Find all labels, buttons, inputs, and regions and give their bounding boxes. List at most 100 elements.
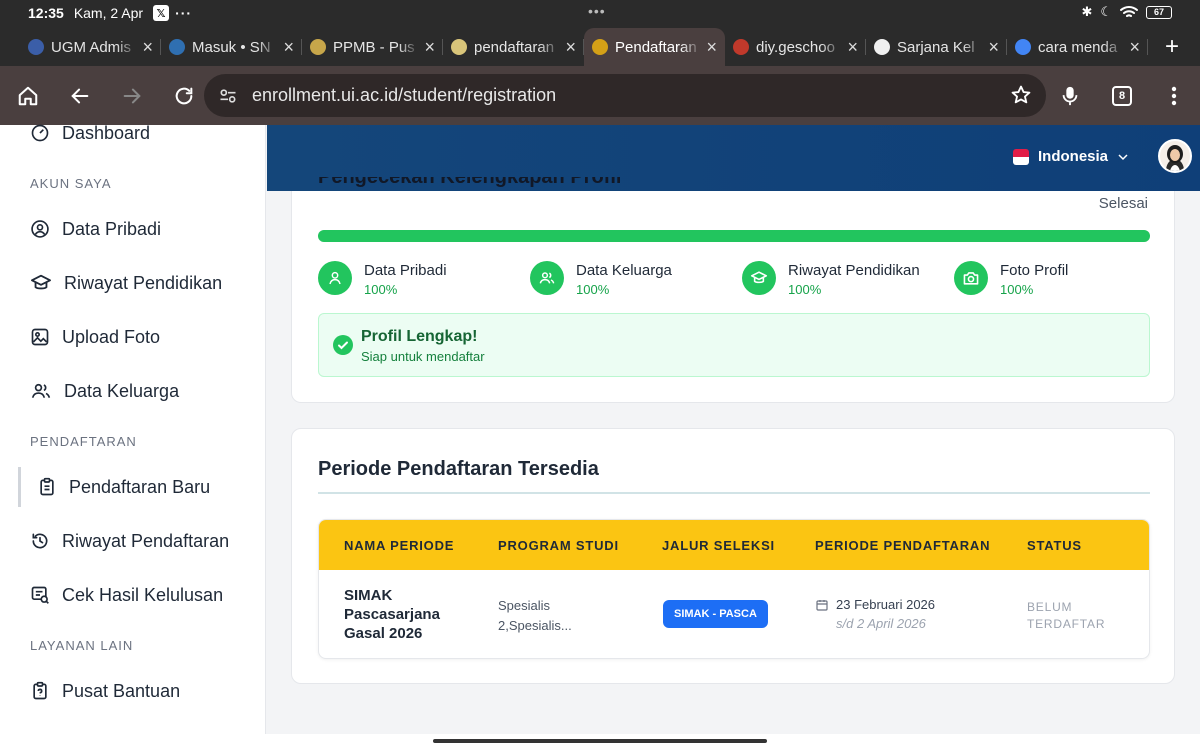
microphone-icon[interactable] <box>1044 66 1096 125</box>
calendar-icon <box>816 600 828 611</box>
language-selector[interactable]: Indonesia <box>1013 148 1128 165</box>
sidebar-item-label: Dashboard <box>62 122 151 143</box>
profile-complete-alert: Profil Lengkap! Siap untuk mendaftar <box>318 313 1150 377</box>
step-percent: 100% <box>364 282 398 297</box>
card-title: Pengecekan Kelengkapan Profil <box>318 177 621 187</box>
sidebar-item-label: Upload Foto <box>62 326 161 347</box>
browser-tab[interactable]: pendaftaran × <box>443 28 584 66</box>
browser-tab[interactable]: Pendaftaran × <box>584 28 725 66</box>
step-label: Foto Profil <box>1000 262 1069 279</box>
tab-title: Pendaftaran <box>615 38 697 56</box>
close-tab-icon[interactable]: × <box>424 37 435 58</box>
close-tab-icon[interactable]: × <box>988 37 999 58</box>
sidebar-item-pendaftaran-baru[interactable]: Pendaftaran Baru <box>18 467 248 507</box>
address-bar[interactable]: enrollment.ui.ac.id/student/registration <box>204 74 1046 117</box>
close-tab-icon[interactable]: × <box>1129 37 1140 58</box>
alert-title: Profil Lengkap! <box>361 328 478 345</box>
tab-title: pendaftaran <box>474 38 555 56</box>
users-icon <box>31 383 51 398</box>
alert-subtitle: Siap untuk mendaftar <box>361 349 485 364</box>
tab-favicon-icon <box>310 39 326 55</box>
close-tab-icon[interactable]: × <box>565 37 576 58</box>
image-icon <box>31 328 49 346</box>
do-not-disturb-icon: ☾ <box>1100 4 1112 19</box>
help-clipboard-icon <box>33 681 47 700</box>
column-header-jalur-seleksi: JALUR SELEKSI <box>662 538 775 553</box>
study-program-line: 2,Spesialis... <box>498 618 572 633</box>
status-line: BELUM <box>1027 600 1073 614</box>
battery-icon: 67 <box>1146 5 1172 19</box>
sidebar-item-riwayat-pendidikan[interactable]: Riwayat Pendidikan <box>30 263 260 303</box>
section-label-pendaftaran: PENDAFTARAN <box>30 434 137 449</box>
tab-favicon-icon <box>28 39 44 55</box>
history-icon <box>32 533 48 549</box>
tab-title: Sarjana Kel <box>897 38 975 56</box>
period-start: 23 Februari 2026 <box>836 597 936 612</box>
periods-table: NAMA PERIODE PROGRAM STUDI JALUR SELEKSI… <box>318 519 1150 659</box>
step-percent: 100% <box>1000 282 1034 297</box>
step-data-pribadi: Data Pribadi 100% <box>318 261 447 297</box>
section-label-layanan-lain: LAYANAN LAIN <box>30 638 134 653</box>
browser-tab[interactable]: cara menda × <box>1007 28 1148 66</box>
sidebar-item-upload-foto[interactable]: Upload Foto <box>30 317 260 357</box>
column-header-status: STATUS <box>1027 538 1082 553</box>
sidebar-item-label: Riwayat Pendaftaran <box>62 530 230 551</box>
dashboard-icon <box>31 124 49 142</box>
document-check-icon <box>31 586 49 604</box>
sidebar-item-label: Data Pribadi <box>62 218 162 239</box>
column-header-program-studi: PROGRAM STUDI <box>498 538 619 553</box>
tab-favicon-icon <box>1015 39 1031 55</box>
clock: 12:35 <box>28 5 64 21</box>
close-tab-icon[interactable]: × <box>706 37 717 58</box>
browser-tab[interactable]: Sarjana Kel × <box>866 28 1007 66</box>
sidebar-item-data-pribadi[interactable]: Data Pribadi <box>30 209 260 249</box>
browser-tab[interactable]: diy.geschoo × <box>725 28 866 66</box>
close-tab-icon[interactable]: × <box>142 37 153 58</box>
new-tab-button[interactable]: + <box>1152 28 1192 66</box>
tab-favicon-icon <box>733 39 749 55</box>
period-end: s/d 2 April 2026 <box>836 616 926 631</box>
table-header: NAMA PERIODE PROGRAM STUDI JALUR SELEKSI… <box>319 520 1149 570</box>
check-circle-icon <box>333 335 353 355</box>
tab-favicon-icon <box>874 39 890 55</box>
sidebar-item-riwayat-pendaftaran[interactable]: Riwayat Pendaftaran <box>30 521 260 561</box>
profile-progress-bar <box>318 230 1150 242</box>
status-badge: BELUM TERDAFTAR <box>1027 599 1105 633</box>
close-tab-icon[interactable]: × <box>847 37 858 58</box>
browser-tab[interactable]: UGM Admis × <box>20 28 161 66</box>
bookmark-star-icon[interactable] <box>1010 84 1032 106</box>
browser-tab[interactable]: PPMB - Pus × <box>302 28 443 66</box>
study-program: Spesialis 2,Spesialis... <box>498 596 572 636</box>
tab-switcher-button[interactable]: 8 <box>1096 66 1148 125</box>
url-text[interactable]: enrollment.ui.ac.id/student/registration <box>252 85 556 106</box>
tab-title: UGM Admis <box>51 38 132 56</box>
sidebar-item-cek-hasil-kelulusan[interactable]: Cek Hasil Kelulusan <box>30 575 260 615</box>
system-status-bar: 12:35 Kam, 2 Apr 𝕏 ··· ••• ✱ ☾ 67 <box>0 0 1200 26</box>
language-label: Indonesia <box>1038 148 1109 165</box>
home-indicator[interactable] <box>433 739 767 743</box>
sidebar-item-pusat-bantuan[interactable]: Pusat Bantuan <box>30 671 260 711</box>
sidebar-item-dashboard[interactable]: Dashboard <box>30 113 260 153</box>
avatar[interactable] <box>1158 139 1192 173</box>
multitask-handle-icon[interactable]: ••• <box>588 3 606 19</box>
more-menu-icon[interactable] <box>1148 66 1200 125</box>
registration-period: 23 Februari 2026 s/d 2 April 2026 <box>816 597 935 631</box>
graduation-cap-icon <box>742 261 776 295</box>
x-app-icon: 𝕏 <box>153 5 170 21</box>
tab-favicon-icon <box>169 39 185 55</box>
site-settings-icon[interactable] <box>218 86 238 106</box>
sidebar-item-data-keluarga[interactable]: Data Keluarga <box>30 371 260 411</box>
more-notifications-icon: ··· <box>175 5 193 21</box>
tab-title: cara menda <box>1038 38 1118 56</box>
step-label: Data Pribadi <box>364 262 447 279</box>
graduation-cap-icon <box>30 274 51 290</box>
close-tab-icon[interactable]: × <box>283 37 294 58</box>
browser-tab[interactable]: Masuk • SN × <box>161 28 302 66</box>
wifi-icon <box>1120 6 1138 17</box>
section-heading: Periode Pendaftaran Tersedia <box>318 458 599 480</box>
section-label-akun-saya: AKUN SAYA <box>30 176 112 191</box>
indonesia-flag-icon <box>1013 148 1029 165</box>
tab-title: Masuk • SN <box>192 38 271 56</box>
step-percent: 100% <box>788 282 822 297</box>
period-name: SIMAK Pascasarjana Gasal 2026 <box>344 587 440 642</box>
